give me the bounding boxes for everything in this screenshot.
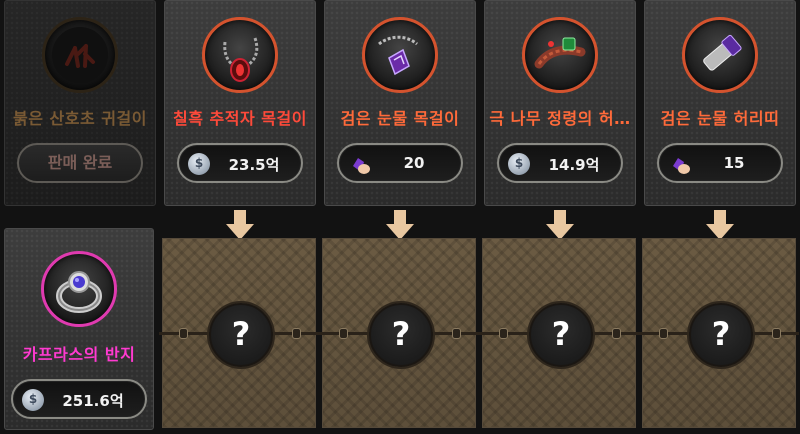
- price-field: $ 251.6억: [11, 379, 147, 419]
- result-item-card[interactable]: 카프라스의 반지 $ 251.6억: [4, 228, 154, 430]
- item-card[interactable]: 검은 눈물 목걸이 20: [324, 0, 476, 206]
- connector-node: [499, 328, 508, 339]
- connector-node: [179, 328, 188, 339]
- down-arrow-icon: [546, 210, 574, 240]
- item-card-sold[interactable]: 붉은 산호초 귀걸이 판매 완료: [4, 0, 156, 206]
- item-card[interactable]: 칠흑 추적자 목걸이 $ 23.5억: [164, 0, 316, 206]
- purple-gem-icon: [673, 158, 690, 174]
- result-item-name: 카프라스의 반지: [22, 345, 136, 364]
- price-field: 15: [657, 143, 783, 183]
- connector-node: [292, 328, 301, 339]
- item-card[interactable]: 검은 눈물 허리띠 15: [644, 0, 796, 206]
- silver-coin-icon: $: [22, 389, 44, 411]
- item-name: 붉은 산호초 귀걸이: [13, 109, 147, 128]
- item-name: 검은 눈물 허리띠: [660, 109, 780, 128]
- purple-gem-icon: [353, 158, 370, 174]
- price-value: 23.5억: [228, 156, 280, 174]
- connector-node: [452, 328, 461, 339]
- question-mark-icon: ?: [689, 303, 753, 367]
- connector-node: [659, 328, 668, 339]
- price-value: 14.9억: [548, 156, 600, 174]
- question-mark-icon: ?: [209, 303, 273, 367]
- item-name: 검은 눈물 목걸이: [340, 109, 460, 128]
- down-arrow-icon: [706, 210, 734, 240]
- mystery-slot[interactable]: ?: [159, 238, 319, 428]
- pitch-black-tracker-necklace-icon: [202, 17, 278, 93]
- down-arrow-icon: [386, 210, 414, 240]
- silver-coin-icon: $: [508, 153, 530, 175]
- red-coral-earring-icon: [42, 17, 118, 93]
- item-name: 극 나무 정령의 허…: [489, 109, 631, 128]
- caphras-ring-icon: [41, 251, 117, 327]
- item-name: 칠흑 추적자 목걸이: [173, 109, 307, 128]
- mystery-slot[interactable]: ?: [479, 238, 639, 428]
- mystery-slot[interactable]: ?: [319, 238, 479, 428]
- item-card[interactable]: 극 나무 정령의 허… $ 14.9억: [484, 0, 636, 206]
- price-value: 20: [403, 154, 425, 172]
- down-arrow-icon: [226, 210, 254, 240]
- connector-node: [612, 328, 621, 339]
- mystery-slot[interactable]: ?: [639, 238, 799, 428]
- price-value: 251.6억: [62, 392, 124, 410]
- sold-out-badge: 판매 완료: [17, 143, 143, 183]
- silver-coin-icon: $: [188, 153, 210, 175]
- price-field: 20: [337, 143, 463, 183]
- connector-node: [339, 328, 348, 339]
- price-field: $ 23.5억: [177, 143, 303, 183]
- black-tear-necklace-icon: [362, 17, 438, 93]
- tree-spirit-belt-icon: [522, 17, 598, 93]
- price-value: 15: [723, 154, 745, 172]
- question-mark-icon: ?: [369, 303, 433, 367]
- black-tear-belt-icon: [682, 17, 758, 93]
- question-mark-icon: ?: [529, 303, 593, 367]
- connector-node: [772, 328, 781, 339]
- price-field: $ 14.9억: [497, 143, 623, 183]
